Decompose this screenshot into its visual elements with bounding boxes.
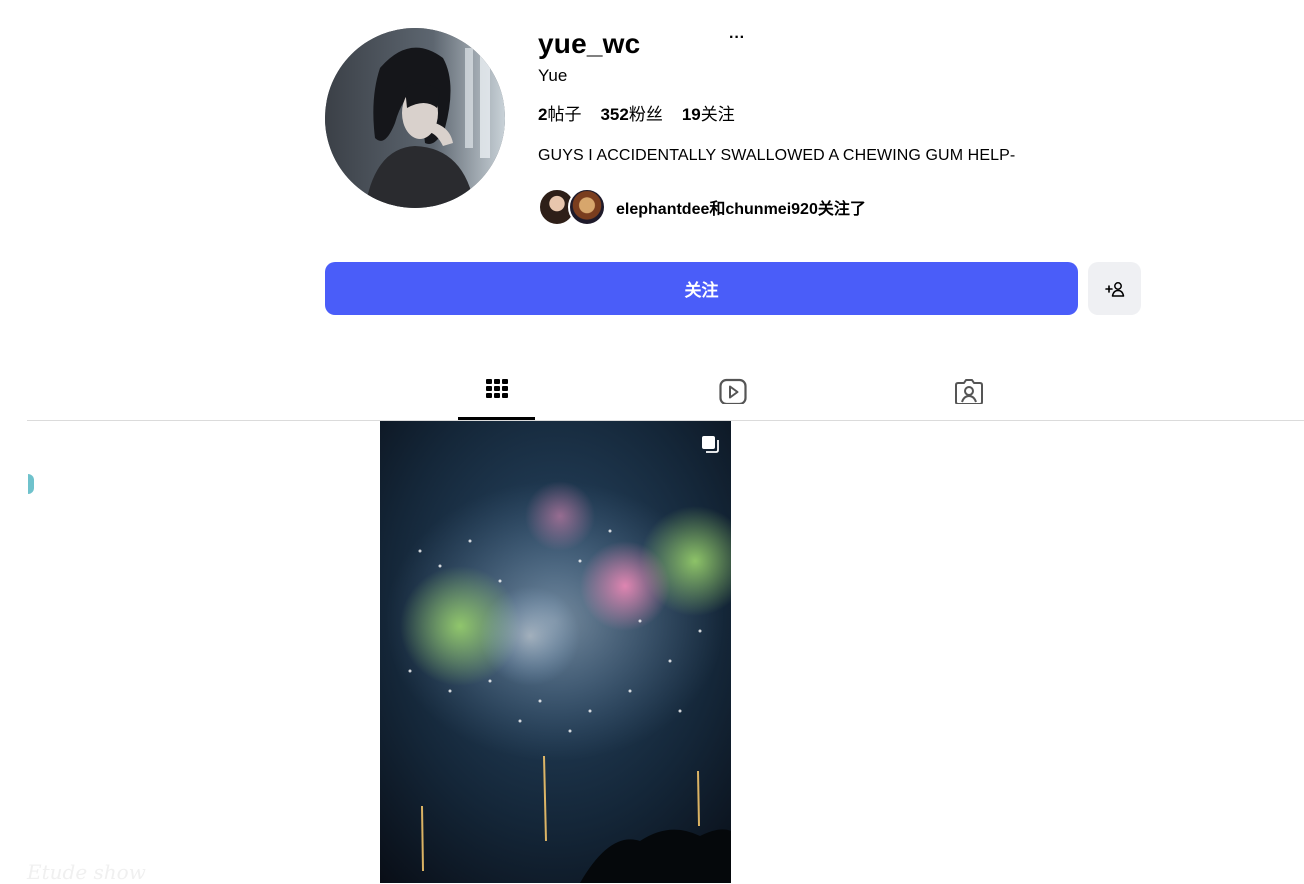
username-redaction bbox=[640, 30, 720, 58]
watermark: Etude show bbox=[27, 860, 146, 884]
add-user-icon bbox=[1104, 281, 1124, 297]
follow-button[interactable]: 关注 bbox=[325, 262, 1078, 315]
username-row: yue_wc bbox=[538, 24, 640, 64]
following-count-number: 19 bbox=[681, 105, 701, 124]
multiple-images-icon bbox=[702, 436, 719, 453]
bio: GUYS I ACCIDENTALLY SWALLOWED A CHEWING … bbox=[538, 147, 1016, 164]
tab-posts[interactable] bbox=[458, 374, 535, 418]
follower-avatar bbox=[568, 188, 606, 226]
tab-tagged[interactable] bbox=[930, 374, 1007, 418]
reels-icon bbox=[718, 378, 747, 404]
tab-reels[interactable] bbox=[694, 374, 771, 418]
followers-count-label: 粉丝 bbox=[628, 105, 663, 124]
scroll-indicator bbox=[28, 474, 34, 494]
followers-count-number: 352 bbox=[600, 105, 629, 124]
posts-count[interactable]: 2帖子 bbox=[538, 100, 581, 125]
following-count-label: 关注 bbox=[700, 105, 735, 124]
profile-stats: 2帖子 352粉丝 19关注 bbox=[538, 100, 735, 125]
followed-by-text: elephantdee和chunmei920关注了 bbox=[616, 201, 866, 218]
post-tile[interactable] bbox=[380, 421, 731, 883]
followers-count[interactable]: 352粉丝 bbox=[600, 100, 662, 125]
posts-count-label: 帖子 bbox=[547, 105, 582, 124]
full-name: Yue bbox=[538, 66, 568, 85]
add-user-button[interactable] bbox=[1088, 262, 1141, 315]
tagged-icon bbox=[954, 379, 983, 404]
profile-avatar[interactable] bbox=[325, 28, 505, 208]
username: yue_wc bbox=[538, 28, 641, 59]
grid-icon bbox=[485, 379, 508, 398]
followed-by[interactable]: elephantdee和chunmei920关注了 bbox=[538, 188, 866, 226]
following-count[interactable]: 19关注 bbox=[682, 100, 735, 125]
more-options-button[interactable]: ··· bbox=[729, 30, 745, 46]
